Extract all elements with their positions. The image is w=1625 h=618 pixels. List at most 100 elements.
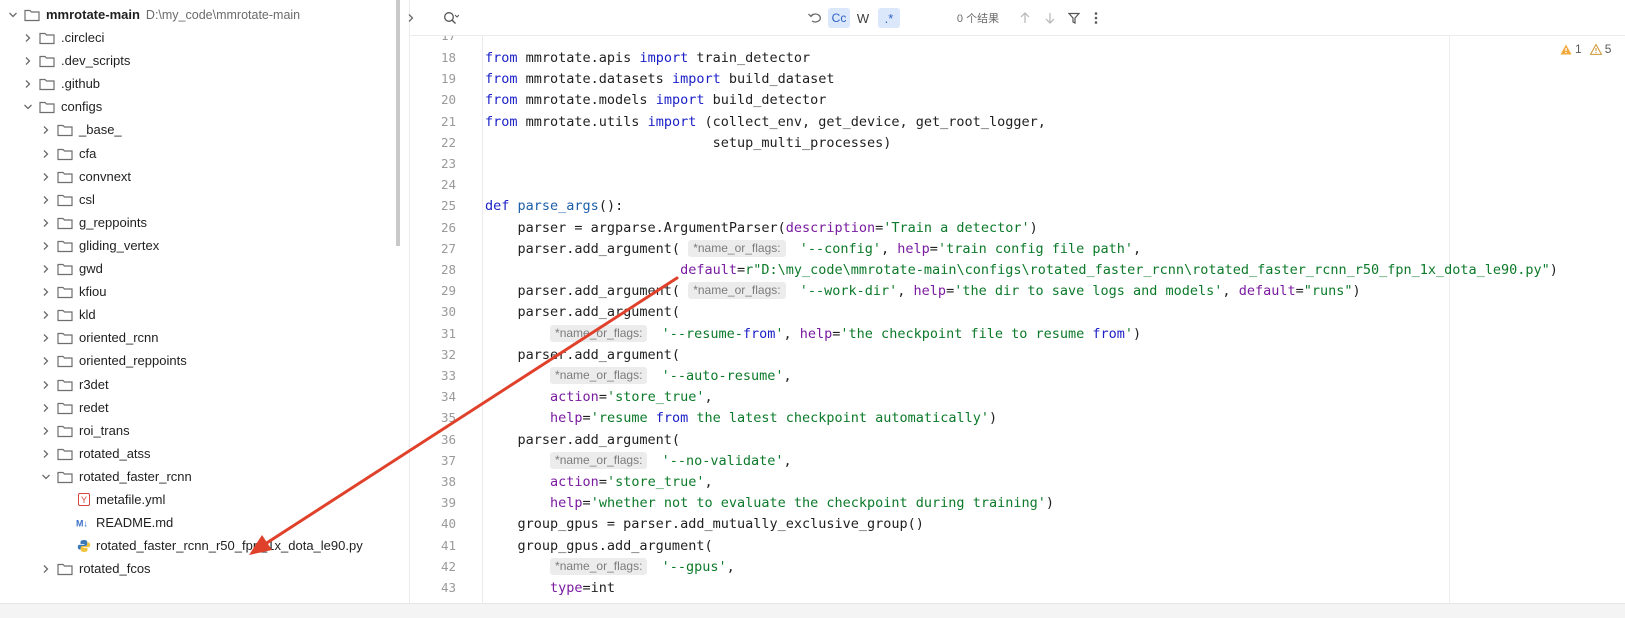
line-number: 19 [440,71,456,87]
code-line[interactable]: action='store_true', [485,471,713,493]
chevron-right-icon[interactable] [39,354,53,368]
code-line[interactable]: group_gpus.add_argument( [485,535,713,557]
code-line[interactable]: parser.add_argument( [485,429,681,451]
code-line[interactable]: *name_or_flags: '--resume-from', help='t… [485,323,1141,345]
tree-folder-open[interactable]: rotated_faster_rcnn [39,465,192,488]
code-line[interactable]: parser.add_argument( *name_or_flags: '--… [485,238,1141,260]
chevron-right-icon[interactable] [39,401,53,415]
tree-folder[interactable]: redet [39,396,109,419]
code-line[interactable]: from mmrotate.datasets import build_data… [485,68,835,90]
search-result-count: 0 个结果 [956,13,1000,25]
chevron-right-icon[interactable] [39,424,53,438]
code-editor[interactable]: 17 18 from mmrotate.apis import train_det… [410,36,1625,603]
chevron-right-icon[interactable] [39,239,53,253]
tree-folder[interactable]: oriented_reppoints [39,349,187,372]
whole-words-toggle[interactable]: W [853,8,873,28]
line-number: 27 [440,240,456,256]
tree-folder[interactable]: rotated_atss [39,442,151,465]
inspection-widget[interactable]: 1 5 [1560,42,1611,56]
code-line[interactable]: help='whether not to evaluate the checkp… [485,492,1054,514]
tree-folder[interactable]: g_reppoints [39,211,147,234]
chevron-down-icon[interactable] [6,8,20,22]
root-folder-path: D:\my_code\mmrotate-main [145,7,301,22]
tree-folder[interactable]: roi_trans [39,419,130,442]
tree-folder[interactable]: kld [39,303,96,326]
folder-icon [39,31,55,45]
chevron-right-icon[interactable] [21,54,35,68]
line-number: 21 [440,113,456,129]
tree-folder[interactable]: oriented_rcnn [39,326,159,349]
tree-folder[interactable]: cfa [39,142,96,165]
tree-folder[interactable]: .dev_scripts [21,49,130,72]
tree-folder-configs[interactable]: configs [21,95,102,118]
code-line[interactable]: *name_or_flags: '--auto-resume', [485,365,792,387]
expand-replace-chevron-icon[interactable] [402,8,420,28]
chevron-right-icon[interactable] [21,31,35,45]
code-line[interactable]: parser.add_argument( *name_or_flags: '--… [485,280,1361,302]
tree-folder[interactable]: .circleci [21,26,104,49]
tree-scrollbar[interactable] [396,0,400,246]
chevron-right-icon[interactable] [39,216,53,230]
tree-folder[interactable]: .github [21,72,100,95]
code-line[interactable]: from mmrotate.apis import train_detector [485,47,810,69]
tree-folder[interactable]: r3det [39,373,109,396]
chevron-down-icon[interactable] [39,470,53,484]
code-line[interactable]: parser.add_argument( [485,344,681,366]
chevron-right-icon[interactable] [39,331,53,345]
tree-folder[interactable]: convnext [39,165,131,188]
code-line[interactable]: def parse_args(): [485,195,623,217]
previous-occurrence-icon[interactable] [1016,8,1034,28]
match-case-toggle[interactable]: Cc [828,8,850,28]
chevron-right-icon[interactable] [39,447,53,461]
code-line[interactable]: group_gpus = parser.add_mutually_exclusi… [485,513,924,535]
tree-folder[interactable]: gwd [39,257,103,280]
line-number: 43 [440,580,456,595]
next-occurrence-icon[interactable] [1041,8,1059,28]
code-line[interactable]: type=int [485,577,615,599]
line-number: 33 [440,368,456,383]
search-icon[interactable] [440,8,462,28]
tree-root[interactable]: mmrotate-main D:\my_code\mmrotate-main [6,3,300,26]
tree-file[interactable]: M↓ README.md [58,511,173,534]
warning-count-b[interactable]: 5 [1589,42,1611,56]
chevron-right-icon[interactable] [39,378,53,392]
chevron-down-icon[interactable] [21,100,35,114]
tree-folder[interactable]: kfiou [39,280,106,303]
filter-icon[interactable] [1064,8,1084,28]
chevron-right-icon[interactable] [39,562,53,576]
chevron-right-icon[interactable] [39,147,53,161]
chevron-right-icon[interactable] [21,77,35,91]
code-line[interactable]: from mmrotate.models import build_detect… [485,89,826,111]
history-icon[interactable] [804,8,826,28]
find-toolbar: Cc W .* 0 个结果 [408,0,1625,36]
code-line[interactable]: parser.add_argument( [485,301,681,323]
folder-icon [57,123,73,137]
tree-folder[interactable]: rotated_fcos [39,557,151,580]
more-options-icon[interactable] [1088,8,1104,28]
code-line[interactable]: action='store_true', [485,386,713,408]
code-line[interactable]: from mmrotate.utils import (collect_env,… [485,111,1046,133]
code-line[interactable]: setup_multi_processes) [485,132,892,154]
code-line[interactable]: default=r"D:\my_code\mmrotate-main\confi… [485,259,1558,281]
tree-folder[interactable]: _base_ [39,118,122,141]
chevron-right-icon[interactable] [39,123,53,137]
horizontal-scrollbar[interactable] [0,603,1625,618]
chevron-right-icon[interactable] [39,285,53,299]
weak-warning-icon [1589,43,1602,55]
chevron-right-icon[interactable] [39,262,53,276]
line-number: 31 [440,325,456,341]
tree-file[interactable]: Ymetafile.yml [58,488,165,511]
tree-file[interactable]: rotated_faster_rcnn_r50_fpn_1x_dota_le90… [58,534,363,557]
code-line[interactable]: *name_or_flags: '--gpus', [485,556,735,578]
tree-item-label: README.md [96,515,174,530]
warning-count-a[interactable]: 1 [1560,42,1582,56]
tree-folder[interactable]: gliding_vertex [39,234,159,257]
chevron-right-icon[interactable] [39,308,53,322]
chevron-right-icon[interactable] [39,193,53,207]
code-line[interactable]: help='resume from the latest checkpoint … [485,407,997,429]
tree-folder[interactable]: csl [39,188,95,211]
code-line[interactable]: parser = argparse.ArgumentParser(descrip… [485,217,1038,239]
chevron-right-icon[interactable] [39,170,53,184]
regex-toggle[interactable]: .* [878,8,900,28]
code-line[interactable]: *name_or_flags: '--no-validate', [485,450,792,472]
